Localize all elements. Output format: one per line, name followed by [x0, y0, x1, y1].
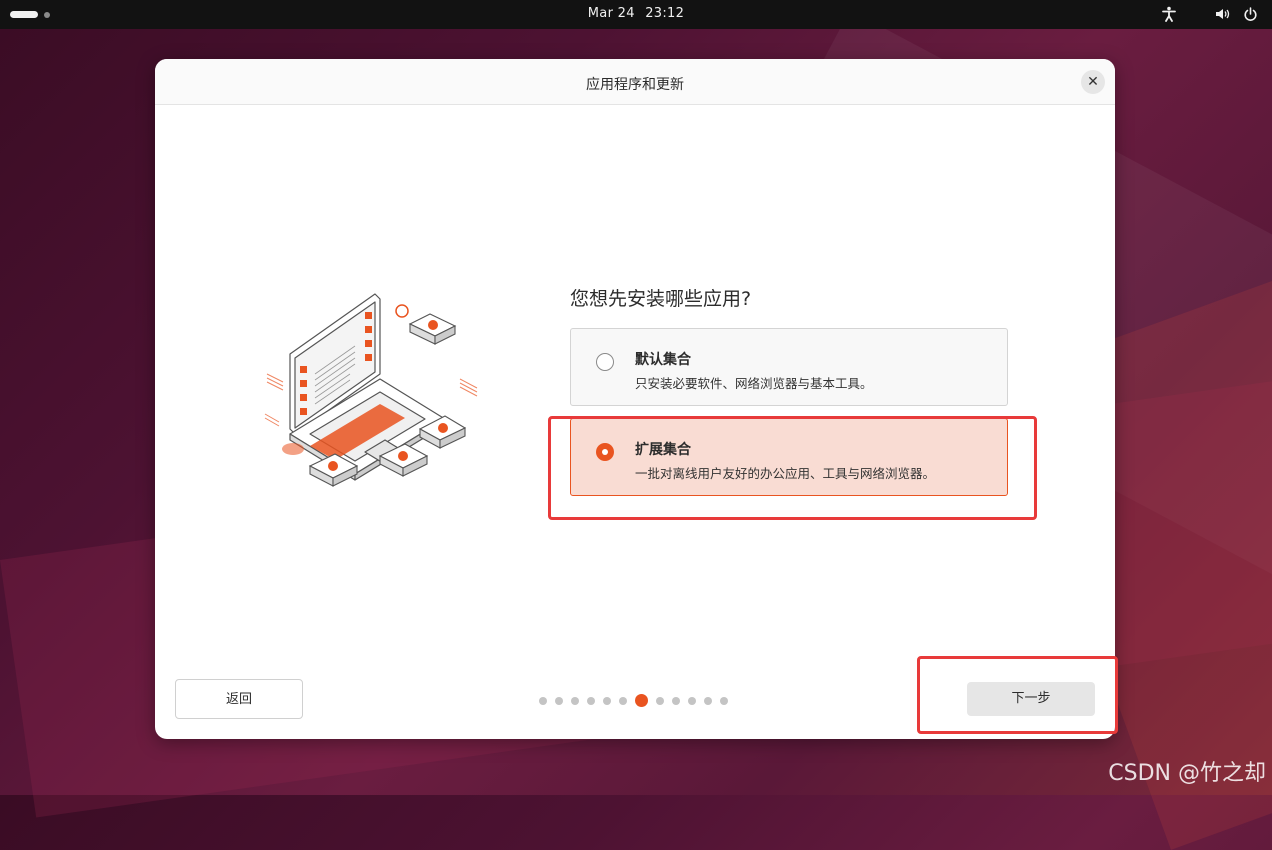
progress-dot [635, 694, 648, 707]
dialog-header: 应用程序和更新 ✕ [155, 59, 1115, 105]
accessibility-icon[interactable] [1162, 6, 1176, 26]
option-title: 默认集合 [635, 352, 691, 368]
watermark: CSDN @竹之却 [1108, 761, 1266, 786]
installer-dialog: 应用程序和更新 ✕ 您想先安装哪些应用? 默认集合 只安装必要软件、网络浏览器与… [155, 59, 1115, 739]
progress-dot [704, 697, 712, 705]
progress-dot [688, 697, 696, 705]
close-icon: ✕ [1087, 74, 1099, 90]
radio-default-collection[interactable] [596, 353, 614, 371]
option-default-collection[interactable]: 默认集合 只安装必要软件、网络浏览器与基本工具。 [570, 328, 1008, 406]
close-button[interactable]: ✕ [1081, 70, 1105, 94]
progress-dot [571, 697, 579, 705]
volume-icon[interactable] [1214, 6, 1230, 26]
progress-dot [720, 697, 728, 705]
clock-time: 23:12 [645, 6, 685, 21]
laptop-illustration [264, 293, 478, 487]
clock-date: Mar 24 [587, 6, 635, 21]
progress-dot [603, 697, 611, 705]
dialog-title: 应用程序和更新 [586, 77, 684, 93]
install-question: 您想先安装哪些应用? [570, 288, 752, 310]
progress-dot [619, 697, 627, 705]
progress-dot [672, 697, 680, 705]
progress-dot [555, 697, 563, 705]
option-description: 只安装必要软件、网络浏览器与基本工具。 [635, 376, 873, 391]
power-icon[interactable] [1243, 6, 1258, 26]
annotation-highlight-option [548, 416, 1037, 520]
back-button[interactable]: 返回 [175, 679, 303, 719]
progress-dot [587, 697, 595, 705]
top-bar: Mar 24 23:12 [0, 0, 1272, 29]
annotation-highlight-next [917, 656, 1118, 734]
progress-dot [539, 697, 547, 705]
clock[interactable]: Mar 24 23:12 [0, 6, 1272, 21]
progress-dot [656, 697, 664, 705]
